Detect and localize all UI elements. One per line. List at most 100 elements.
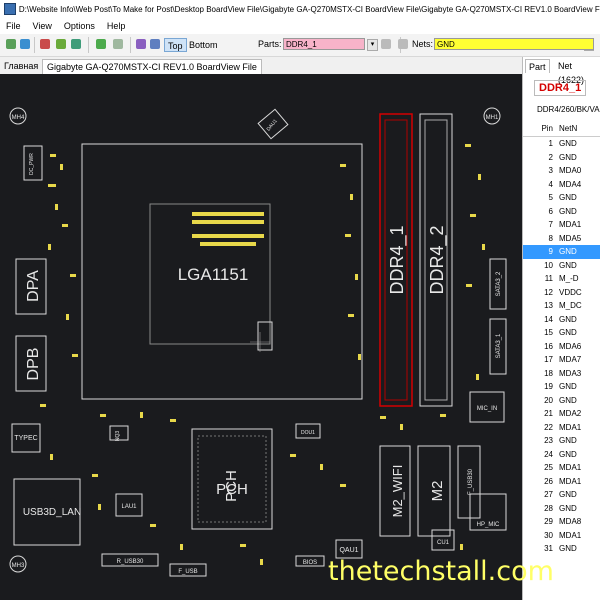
pin-table-row[interactable]: 22 MDA1 xyxy=(523,421,600,435)
lau1-label: LAU1 xyxy=(121,504,137,510)
mh1-label: MH1 xyxy=(486,115,499,121)
board-drawing: LGA1151 DDR4_1 DDR4_2 DPA DPB PCH PCH M2… xyxy=(9,107,507,577)
settings-icon[interactable] xyxy=(398,39,408,49)
pin-table-row[interactable]: 11 M_-D xyxy=(523,272,600,286)
bottom-side-button[interactable]: Bottom xyxy=(186,38,221,52)
pin-table-row[interactable]: 27 GND xyxy=(523,488,600,502)
pin-table-row[interactable]: 13 M_DC xyxy=(523,299,600,313)
pin-number-cell: 12 xyxy=(544,287,553,297)
net-name-cell: MDA4 xyxy=(559,179,582,189)
pin-table-row[interactable]: 31 GND xyxy=(523,542,600,556)
net-name-cell: GND xyxy=(559,139,577,148)
pin-number-cell: 16 xyxy=(544,341,553,351)
top-side-button[interactable]: Top xyxy=(164,38,187,52)
pin-table-row[interactable]: 16 MDA6 xyxy=(523,340,600,354)
nets-input[interactable]: GND xyxy=(434,38,594,50)
net-name-cell: MDA0 xyxy=(559,166,582,175)
reload-icon[interactable] xyxy=(20,39,30,49)
net-name-cell: GND xyxy=(559,490,577,499)
pin-number-cell: 30 xyxy=(544,530,553,540)
pin-table-row[interactable]: 6 GND xyxy=(523,205,600,219)
menu-file[interactable]: File xyxy=(0,21,27,31)
pin-table-row[interactable]: 12 VDDC xyxy=(523,286,600,300)
pin-table-row[interactable]: 3 MDA0 xyxy=(523,164,600,178)
f-usb30-label: F_USB30 xyxy=(468,468,474,495)
qau1-label: QAU1 xyxy=(339,547,358,554)
typec-label: TYPEC xyxy=(14,435,37,442)
col-pin-header[interactable]: Pin xyxy=(523,121,559,136)
pin-table-row[interactable]: 10 GND xyxy=(523,259,600,273)
net-name-cell: GND xyxy=(559,382,577,391)
tab-part[interactable]: Part xyxy=(525,59,550,73)
net-name-cell: GND xyxy=(559,206,577,216)
pin-number-cell: 21 xyxy=(544,409,553,418)
net-name-cell: MDA1 xyxy=(559,476,582,486)
pin-table-row[interactable]: 9 GND xyxy=(523,245,600,259)
flip-icon[interactable] xyxy=(150,39,160,49)
pin-table-row[interactable]: 18 MDA3 xyxy=(523,367,600,381)
col-net-header[interactable]: NetN xyxy=(559,121,600,136)
pin-table-row[interactable]: 21 MDA2 xyxy=(523,407,600,421)
pin-number-cell: 22 xyxy=(544,422,553,432)
zoom-in-icon[interactable] xyxy=(71,39,81,49)
pin-table-row[interactable]: 24 GND xyxy=(523,448,600,462)
pin-table-row[interactable]: 30 MDA1 xyxy=(523,529,600,543)
pin-table-row[interactable]: 23 GND xyxy=(523,434,600,448)
net-name-cell: MDA1 xyxy=(559,220,582,229)
menu-options[interactable]: Options xyxy=(58,21,101,31)
rotate-icon[interactable] xyxy=(136,39,146,49)
net-name-cell: MDA6 xyxy=(559,341,582,351)
pin-number-cell: 9 xyxy=(548,247,553,256)
part-info-panel: Part Net (1622) DDR4_1 DDR4/260/BK/VA Pi… xyxy=(522,57,600,600)
forward-arrow-icon[interactable] xyxy=(113,39,123,49)
pin-table-row[interactable]: 19 GND xyxy=(523,380,600,394)
menu-view[interactable]: View xyxy=(27,21,58,31)
back-arrow-icon[interactable] xyxy=(96,39,106,49)
dau1-label: DAU1 xyxy=(266,118,279,132)
pin-table-row[interactable]: 1 GND xyxy=(523,137,600,151)
pin-table-row[interactable]: 14 GND xyxy=(523,313,600,327)
menu-help[interactable]: Help xyxy=(101,21,132,31)
open-icon[interactable] xyxy=(6,39,16,49)
net-name-cell: MDA5 xyxy=(559,233,582,243)
pin-number-cell: 19 xyxy=(544,382,553,391)
parts-dropdown-icon[interactable]: ▾ xyxy=(367,39,378,51)
pin-table-row[interactable]: 28 GND xyxy=(523,502,600,516)
zoom-fit-icon[interactable] xyxy=(56,39,66,49)
pin-number-cell: 24 xyxy=(544,449,553,459)
pin-number-cell: 20 xyxy=(544,395,553,405)
parts-input[interactable]: DDR4_1 xyxy=(283,38,365,50)
pin-table-row[interactable]: 4 MDA4 xyxy=(523,178,600,192)
part-description: DDR4/260/BK/VA xyxy=(537,105,600,114)
tab-net[interactable]: Net (1622) xyxy=(555,59,600,85)
net-name-cell: GND xyxy=(559,247,577,256)
cpu-label: LGA1151 xyxy=(178,265,249,284)
pin-number-cell: 3 xyxy=(548,166,553,175)
pin-table-row[interactable]: 17 MDA7 xyxy=(523,353,600,367)
pin-table-row[interactable]: 29 MDA8 xyxy=(523,515,600,529)
mh4-label: MH4 xyxy=(12,115,25,121)
pin-table-row[interactable]: 26 MDA1 xyxy=(523,475,600,489)
pin-number-cell: 8 xyxy=(548,233,553,243)
pin-table-row[interactable]: 5 GND xyxy=(523,191,600,205)
pin-table-row[interactable]: 7 MDA1 xyxy=(523,218,600,232)
sata3-2-label: SATA3_2 xyxy=(496,271,502,296)
zoom-out-icon[interactable] xyxy=(40,39,50,49)
board-canvas[interactable]: LGA1151 DDR4_1 DDR4_2 DPA DPB PCH PCH M2… xyxy=(0,74,522,600)
pin-table-row[interactable]: 20 GND xyxy=(523,394,600,408)
parts-search-icon[interactable] xyxy=(381,39,391,49)
tab-home[interactable]: Главная xyxy=(0,59,42,74)
net-name-cell: GND xyxy=(559,544,577,553)
tab-boardview-file[interactable]: Gigabyte GA-Q270MSTX-CI REV1.0 BoardView… xyxy=(42,59,262,74)
pin-table-row[interactable]: 25 MDA1 xyxy=(523,461,600,475)
usb3d-lan-label: USB3D_LAN xyxy=(23,507,81,518)
m2-wifi-label: M2_WIFI xyxy=(390,465,405,518)
pin-table-row[interactable]: 8 MDA5 xyxy=(523,232,600,246)
pin-table-row[interactable]: 2 GND xyxy=(523,151,600,165)
net-name-cell: GND xyxy=(559,328,577,337)
dpb-label: DPB xyxy=(25,348,42,381)
pin-table-row[interactable]: 15 GND xyxy=(523,326,600,340)
document-tabs: Главная Gigabyte GA-Q270MSTX-CI REV1.0 B… xyxy=(0,57,522,74)
menu-bar: File View Options Help xyxy=(0,18,600,34)
sata3-1-label: SATA3_1 xyxy=(496,333,502,358)
